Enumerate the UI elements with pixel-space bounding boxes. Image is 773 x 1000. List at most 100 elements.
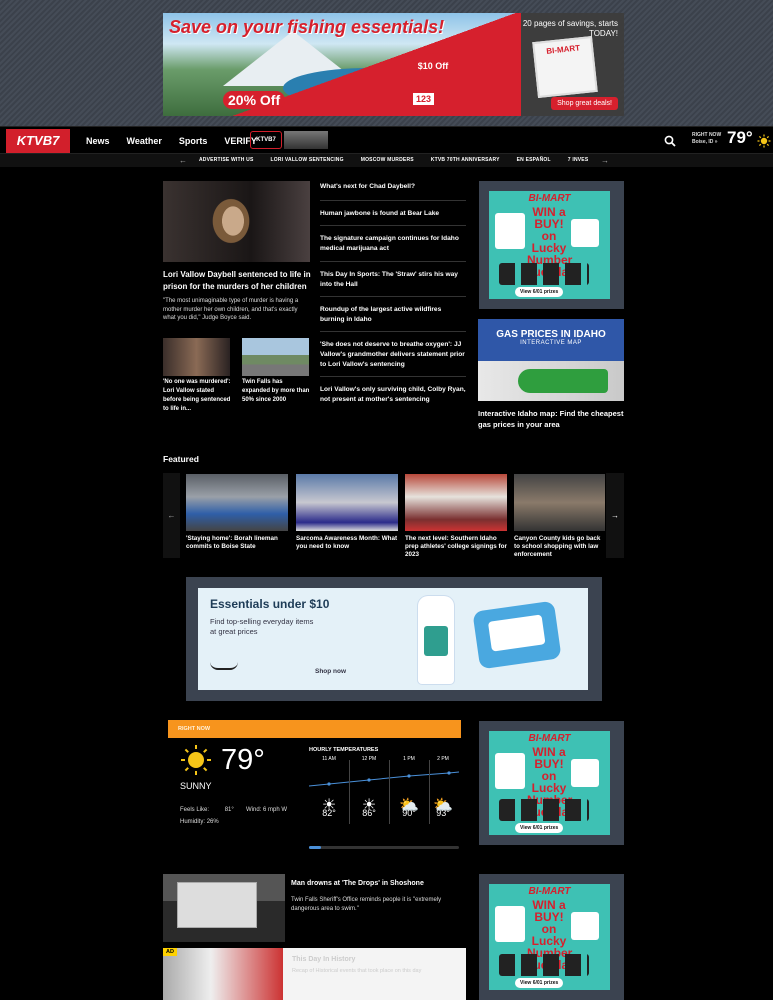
carousel-prev-icon[interactable]: ← xyxy=(163,473,180,558)
promo-sub: Recap of Historical events that took pla… xyxy=(292,968,422,974)
gas-caption[interactable]: Interactive Idaho map: Find the cheapest… xyxy=(478,408,626,430)
bimart-ad-creative: BI-MART WIN a BUY! on Lucky Number Tuesd… xyxy=(489,884,610,990)
ad-side-text: 20 pages of savings, starts TODAY! xyxy=(522,19,618,38)
amazon-logo-icon xyxy=(210,662,238,670)
ad-flyer: BI-MART xyxy=(532,36,598,98)
nav-weather[interactable]: Weather xyxy=(127,136,162,146)
hour-col: 12 PM ☀ 86° xyxy=(349,756,389,818)
bimart-prizes-button[interactable]: View 6/01 prizes xyxy=(515,978,564,988)
trending-espanol[interactable]: EN ESPAÑOL xyxy=(517,154,551,167)
headline-item[interactable]: What's next for Chad Daybell? xyxy=(320,176,466,201)
trending-investigates[interactable]: 7 INVES xyxy=(568,154,589,167)
gas-title: GAS PRICES IN IDAHO xyxy=(496,329,606,340)
headline-item[interactable]: Roundup of the largest active wildfires … xyxy=(320,297,466,332)
feels-like: Feels Like: 81° xyxy=(180,807,234,813)
headline-item[interactable]: Lori Vallow's only surviving child, Colb… xyxy=(320,377,466,411)
hourly-heading: HOURLY TEMPERATURES xyxy=(309,747,379,753)
ad-headline: Save on your fishing essentials! xyxy=(169,17,445,37)
bimart-ad[interactable]: BI-MART WIN a BUY! on Lucky Number Tuesd… xyxy=(479,874,624,1000)
bimart-product-image xyxy=(495,213,525,249)
wind-label: Wind: xyxy=(246,807,262,813)
sun-icon: ☀ xyxy=(361,797,377,814)
bimart-ad[interactable]: BI-MART WIN a BUY! on Lucky Number Tuesd… xyxy=(479,721,624,845)
nav-news[interactable]: News xyxy=(86,136,110,146)
weather-mini-temp[interactable]: 79° xyxy=(727,128,753,148)
headline-item[interactable]: This Day In Sports: The 'Straw' stirs hi… xyxy=(320,262,466,297)
weather-banner[interactable]: RIGHT NOW xyxy=(168,720,461,738)
product-wipes-image xyxy=(472,600,562,670)
featured-caption[interactable]: 'Staying home': Borah lineman commits to… xyxy=(186,535,290,551)
featured-image[interactable] xyxy=(405,474,507,531)
hourly-scrollbar[interactable] xyxy=(309,846,459,849)
trending-advertise[interactable]: ADVERTISE WITH US xyxy=(199,154,254,167)
featured-image[interactable] xyxy=(514,474,605,531)
promo-title: This Day In History xyxy=(292,956,356,963)
bimart-brand: BI-MART xyxy=(528,733,571,744)
bimart-product-image xyxy=(571,759,599,787)
search-icon[interactable] xyxy=(664,135,676,147)
ad-discount: 20% Off xyxy=(223,91,286,109)
gas-subtitle: INTERACTIVE MAP xyxy=(520,340,582,346)
story-image[interactable] xyxy=(163,874,285,942)
sun-icon xyxy=(757,134,771,148)
trending-lori-vallow[interactable]: LORI VALLOW SENTENCING xyxy=(271,154,344,167)
headline-item[interactable]: 'She does not deserve to breathe oxygen'… xyxy=(320,332,466,377)
trending-next-icon[interactable]: → xyxy=(601,154,609,167)
sub-story-image[interactable] xyxy=(242,338,309,376)
bimart-product-image xyxy=(499,263,589,285)
bimart-prizes-button[interactable]: View 6/01 prizes xyxy=(515,287,564,297)
trending-prev-icon[interactable]: ← xyxy=(179,154,187,167)
hourly-forecast[interactable]: 11 AM ☀ 82° 12 PM ☀ 86° 1 PM ⛅ 90° 2 PM … xyxy=(309,756,459,828)
weather-current-temp: 79° xyxy=(221,744,265,776)
weather-mini-location: Boise, ID » xyxy=(692,139,718,145)
carousel-next-icon[interactable]: → xyxy=(606,473,624,558)
bimart-product-image xyxy=(499,954,589,976)
ad-shop-button[interactable]: Shop great deals! xyxy=(551,97,618,110)
headline-item[interactable]: Human jawbone is found at Bear Lake xyxy=(320,201,466,226)
gas-header: GAS PRICES IN IDAHO INTERACTIVE MAP xyxy=(478,319,624,361)
hour-temp: 93° xyxy=(436,808,450,818)
featured-caption[interactable]: Sarcoma Awareness Month: What you need t… xyxy=(296,535,400,551)
wind-value: 6 mph W xyxy=(263,807,288,813)
featured-caption[interactable]: Canyon County kids go back to school sho… xyxy=(514,535,604,559)
weather-condition: SUNNY xyxy=(180,781,212,791)
live-logo[interactable]: KTVB7 xyxy=(250,131,282,149)
hour-temp: 90° xyxy=(402,808,416,818)
sun-icon: ☀ xyxy=(321,797,337,814)
bimart-product-image xyxy=(495,906,525,942)
bimart-ad[interactable]: BI-MART WIN a BUY! on Lucky Number Tuesd… xyxy=(479,181,624,309)
promo-image[interactable] xyxy=(163,948,283,1000)
weather-mini[interactable]: RIGHT NOW Boise, ID » xyxy=(692,132,721,146)
bimart-prizes-button[interactable]: View 6/01 prizes xyxy=(515,823,564,833)
nav-sports[interactable]: Sports xyxy=(179,136,208,146)
sub-story-caption[interactable]: 'No one was murdered': Lori Vallow state… xyxy=(163,378,233,414)
headline-item[interactable]: The signature campaign continues for Ida… xyxy=(320,226,466,262)
story-title[interactable]: Man drowns at 'The Drops' in Shoshone xyxy=(291,880,461,887)
sub-story-image[interactable] xyxy=(163,338,230,376)
hour-time: 11 AM xyxy=(322,756,336,762)
ad-badge: AD xyxy=(163,948,177,956)
lead-story-title[interactable]: Lori Vallow Daybell sentenced to life in… xyxy=(163,269,311,293)
promo-box[interactable]: This Day In History Recap of Historical … xyxy=(283,948,466,1000)
amazon-shop-button[interactable]: Shop now xyxy=(315,668,346,675)
partly-cloudy-icon: ⛅ xyxy=(433,797,453,814)
humidity: Humidity: 26% xyxy=(180,819,219,825)
featured-image[interactable] xyxy=(296,474,398,531)
feels-like-label: Feels Like: xyxy=(180,807,210,813)
featured-heading: Featured xyxy=(163,454,199,464)
featured-image[interactable] xyxy=(186,474,288,531)
bimart-ad-creative: BI-MART WIN a BUY! on Lucky Number Tuesd… xyxy=(489,191,610,299)
sub-story-caption[interactable]: Twin Falls has expanded by more than 50%… xyxy=(242,378,312,405)
trending-70th[interactable]: KTVB 70TH ANNIVERSARY xyxy=(431,154,500,167)
partly-cloudy-icon: ⛅ xyxy=(399,797,419,814)
lead-story-summary: "The most unimaginable type of murder is… xyxy=(163,298,299,321)
fishing-ad[interactable]: Save on your fishing essentials! 20% Off… xyxy=(163,13,624,116)
lead-story-image[interactable] xyxy=(163,181,310,262)
featured-caption[interactable]: The next level: Southern Idaho prep athl… xyxy=(405,535,509,559)
ktvb-logo[interactable]: KTVB7 xyxy=(6,129,70,153)
amazon-ad[interactable]: Essentials under $10 Find top-selling ev… xyxy=(198,588,588,690)
live-video-thumbnail[interactable] xyxy=(284,131,328,149)
headline-list: What's next for Chad Daybell? Human jawb… xyxy=(320,176,466,411)
gas-prices-promo[interactable]: GAS PRICES IN IDAHO INTERACTIVE MAP xyxy=(478,319,624,401)
trending-moscow[interactable]: MOSCOW MURDERS xyxy=(361,154,414,167)
